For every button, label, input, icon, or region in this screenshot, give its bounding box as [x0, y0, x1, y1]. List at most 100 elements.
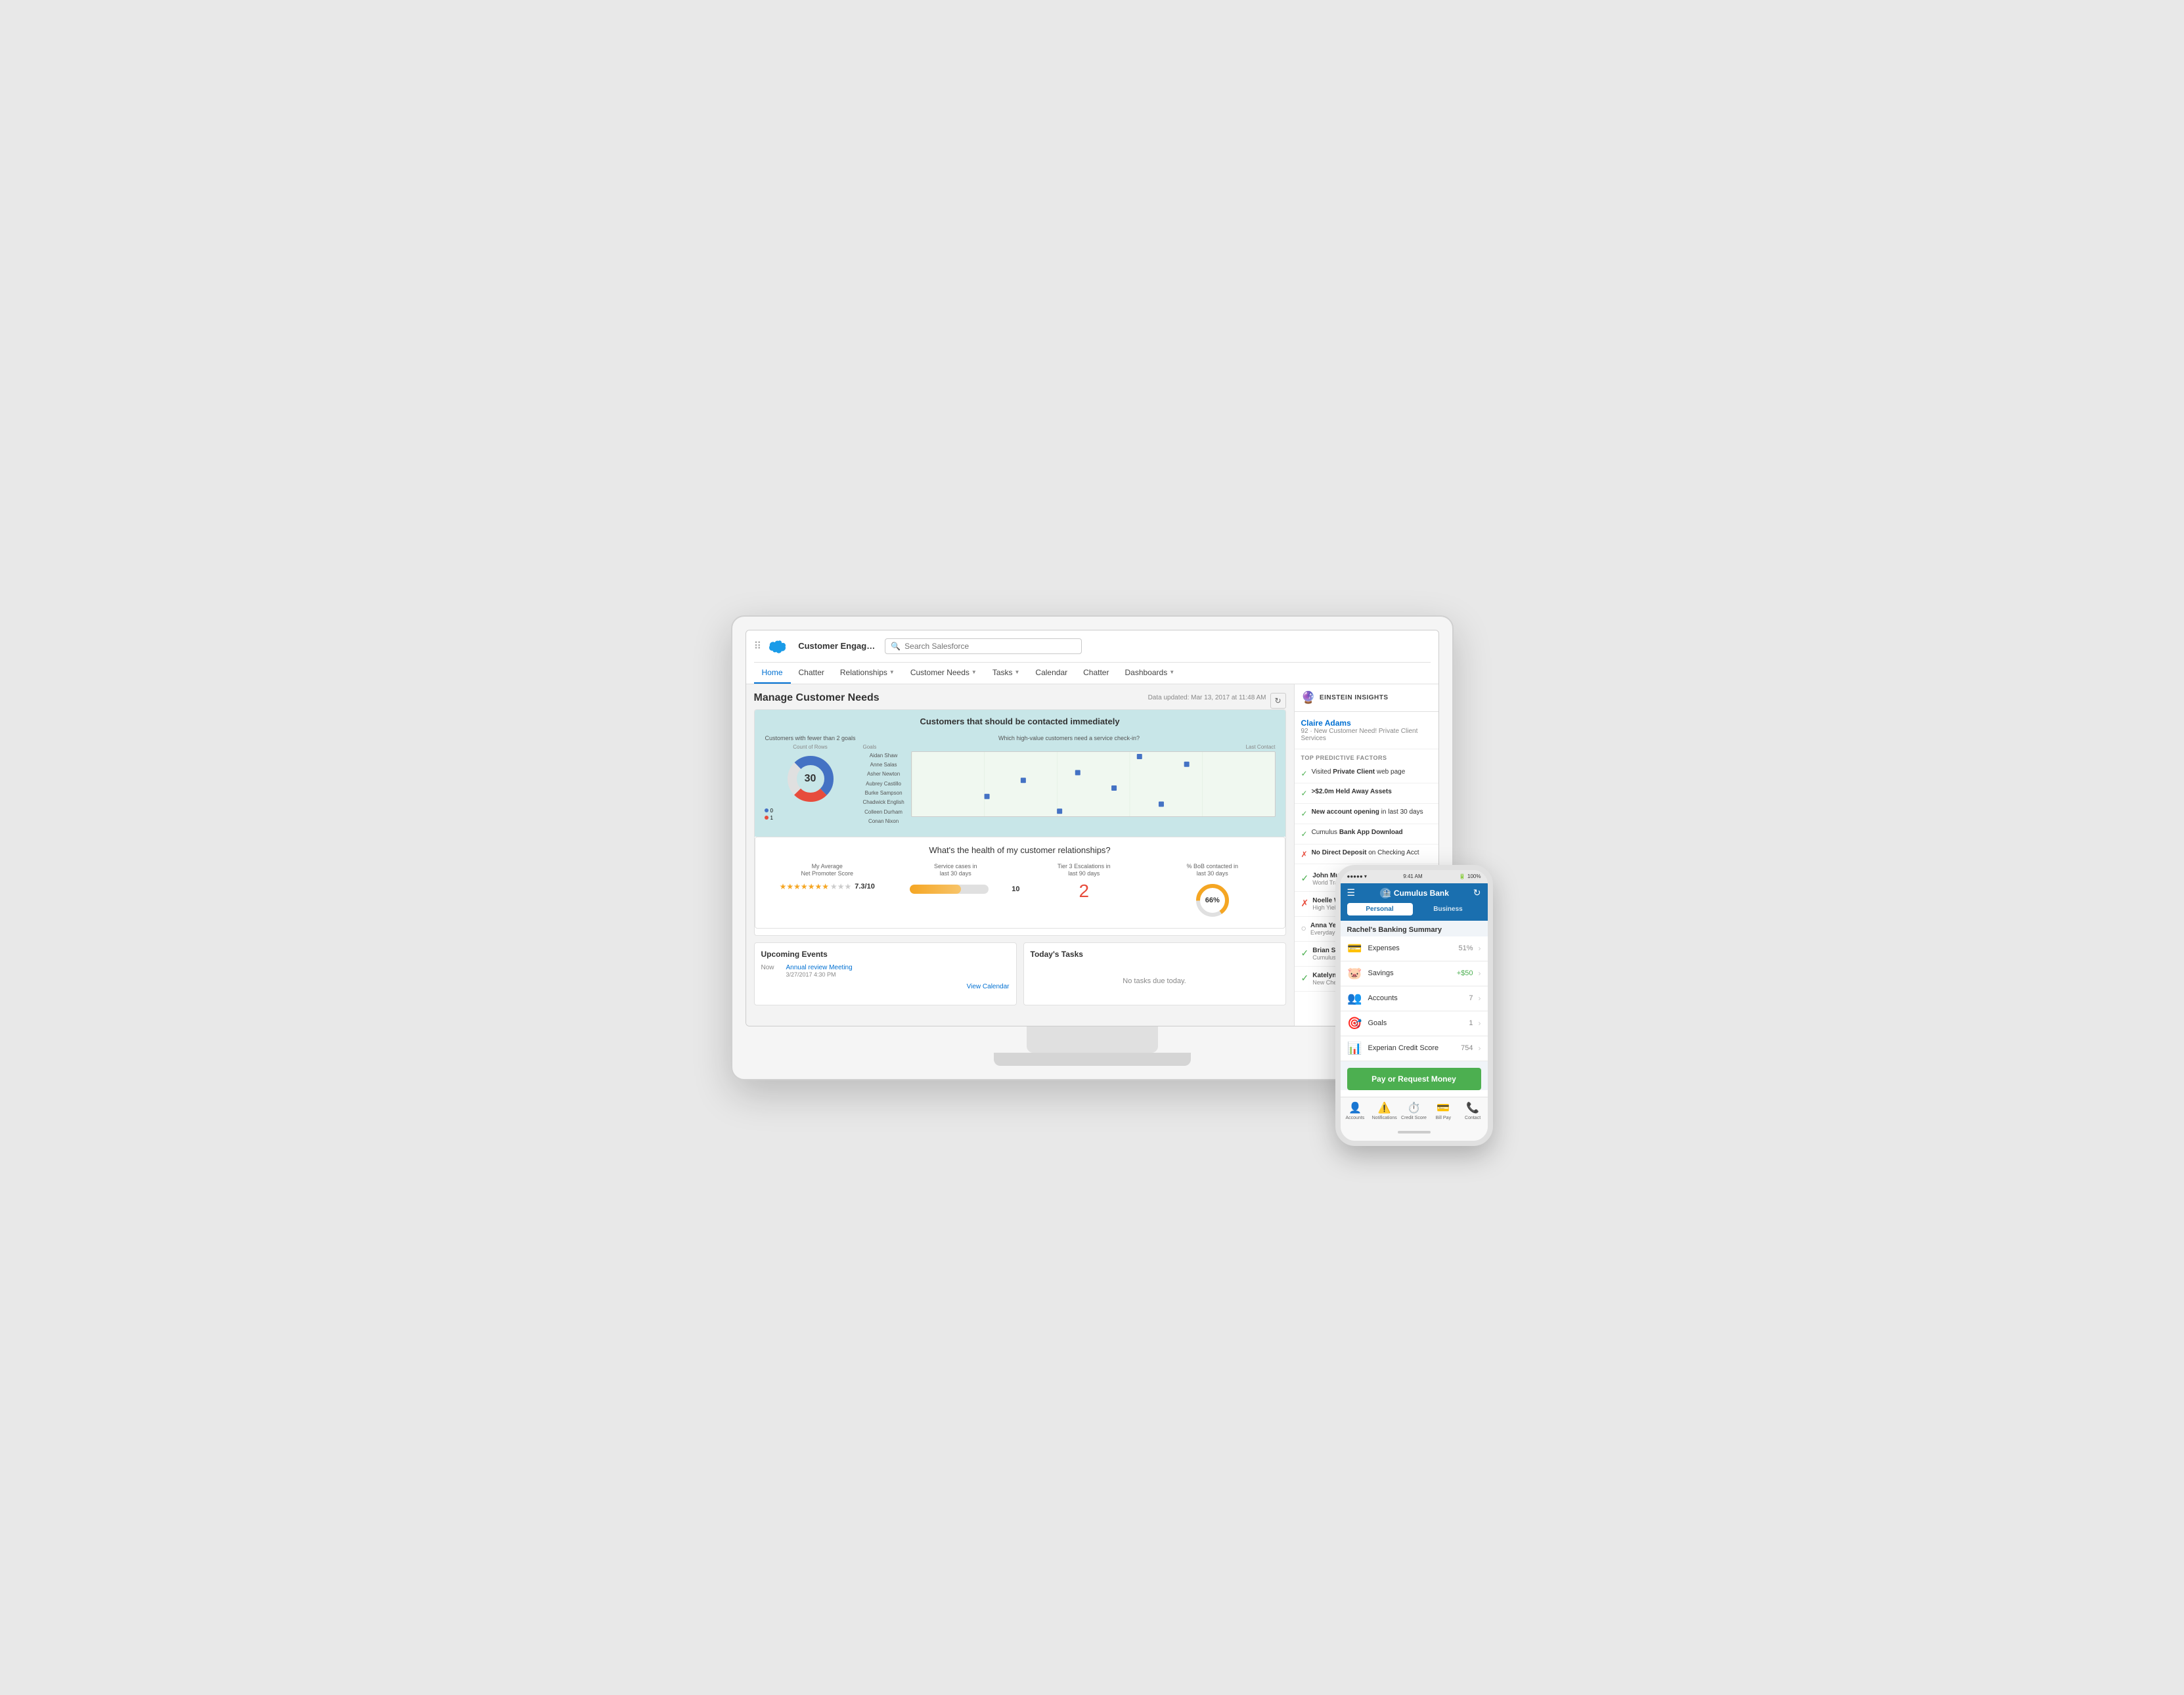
donut-value: 30 [805, 773, 816, 785]
home-bar[interactable] [1398, 1131, 1431, 1134]
event-date: 3/27/2017 4:30 PM [786, 971, 853, 978]
tasks-title: Today's Tasks [1031, 950, 1279, 959]
pred-text-3: New account opening in last 30 days [1312, 808, 1423, 817]
no-tasks-text: No tasks due today. [1031, 964, 1279, 998]
phone-nav-contact[interactable]: 📞 Contact [1458, 1101, 1488, 1120]
phone-app-logo: 🏦 Cumulus Bank [1359, 887, 1469, 899]
bottom-panels: Upcoming Events Now Annual review Meetin… [754, 942, 1286, 1005]
phone-row-accounts[interactable]: 👥 Accounts 7 › [1341, 986, 1488, 1011]
phone-menu-icon[interactable]: ☰ [1347, 887, 1356, 898]
nav-chatter-1[interactable]: Chatter [791, 663, 832, 684]
phone-bottom-nav: 👤 Accounts ⚠️ Notifications ⏱️ Credit Sc… [1341, 1097, 1488, 1124]
metric-cases-label: Service cases inlast 30 days [891, 863, 1020, 878]
scatter-grid [911, 751, 1276, 817]
nav-bar: Home Chatter Relationships ▼ Customer Ne… [754, 662, 1431, 684]
nav-dashboards[interactable]: Dashboards ▼ [1117, 663, 1182, 684]
metric-bob-label: % BoB contacted inlast 30 days [1148, 863, 1277, 878]
refresh-button[interactable]: ↻ [1270, 693, 1286, 709]
search-input[interactable] [904, 642, 1076, 651]
phone-battery-pct: 100% [1467, 873, 1481, 879]
metric-bob: % BoB contacted inlast 30 days 66% [1148, 863, 1277, 920]
events-panel: Upcoming Events Now Annual review Meetin… [754, 942, 1017, 1005]
pred-text-2: >$2.0m Held Away Assets [1312, 787, 1392, 797]
chevron-icon: ▼ [1169, 669, 1174, 675]
chart-title: Customers that should be contacted immed… [761, 716, 1279, 726]
expenses-label: Expenses [1368, 944, 1454, 952]
phone-refresh-icon[interactable]: ↻ [1473, 887, 1481, 898]
predictive-header: TOP PREDICTIVE FACTORS [1295, 749, 1438, 764]
chevron-right-icon: › [1479, 1019, 1481, 1028]
metric-nps-label: My AverageNet Promoter Score [763, 863, 892, 878]
contact-check-icon: ✓ [1301, 873, 1309, 884]
phone-row-goals[interactable]: 🎯 Goals 1 › [1341, 1011, 1488, 1036]
accounts-nav-icon: 👤 [1348, 1101, 1362, 1114]
event-name[interactable]: Annual review Meeting [786, 964, 853, 971]
pred-factor-2: ✓ >$2.0m Held Away Assets [1295, 783, 1438, 804]
phone-status-bar: ●●●●● ▾ 9:41 AM 🔋 100% [1341, 870, 1488, 883]
einstein-person-name[interactable]: Claire Adams [1301, 718, 1432, 728]
phone-app-bar: ☰ 🏦 Cumulus Bank ↻ [1341, 883, 1488, 903]
accounts-icon: 👥 [1347, 992, 1363, 1005]
nav-accounts-label: Accounts [1346, 1116, 1365, 1120]
goals-value: 1 [1469, 1019, 1473, 1027]
phone-nav-accounts[interactable]: 👤 Accounts [1341, 1101, 1370, 1120]
phone-summary-title: Rachel's Banking Summary [1341, 921, 1488, 936]
pred-text-1: Visited Private Client web page [1312, 768, 1406, 777]
phone-row-credit[interactable]: 📊 Experian Credit Score 754 › [1341, 1036, 1488, 1061]
event-row: Now Annual review Meeting 3/27/2017 4:30… [761, 964, 1010, 978]
contact-x-icon: ✗ [1301, 898, 1309, 909]
tab-personal[interactable]: Personal [1347, 903, 1413, 915]
scatter-col1: Goals [863, 744, 877, 750]
credit-nav-icon: ⏱️ [1408, 1101, 1421, 1114]
phone-row-savings[interactable]: 🐷 Savings +$50 › [1341, 961, 1488, 986]
phone: ●●●●● ▾ 9:41 AM 🔋 100% ☰ 🏦 Cumulus Bank [1335, 865, 1493, 1146]
phone-status-right: 🔋 100% [1459, 873, 1481, 879]
einstein-icon: 🔮 [1301, 691, 1316, 705]
nav-notifications-label: Notifications [1372, 1116, 1397, 1120]
contact-nav-icon: 📞 [1466, 1101, 1479, 1114]
contact-circle-icon: ○ [1301, 923, 1306, 933]
nav-chatter-2[interactable]: Chatter [1075, 663, 1117, 684]
metric-escalations-label: Tier 3 Escalations inlast 90 days [1020, 863, 1149, 878]
phone-nav-notifications[interactable]: ⚠️ Notifications [1370, 1101, 1399, 1120]
nav-customer-needs[interactable]: Customer Needs ▼ [903, 663, 985, 684]
gauge-chart: 66% [1193, 881, 1232, 920]
savings-value: +$50 [1457, 969, 1473, 977]
donut-chart: 30 [784, 753, 837, 805]
phone-nav-billpay[interactable]: 💳 Bill Pay [1429, 1101, 1458, 1120]
metric-nps: My AverageNet Promoter Score ★★★★★★★ ★★★… [763, 863, 892, 891]
nav-billpay-label: Bill Pay [1436, 1116, 1451, 1120]
tab-business[interactable]: Business [1415, 903, 1481, 915]
legend-dot-1 [765, 816, 769, 820]
pred-factor-3: ✓ New account opening in last 30 days [1295, 804, 1438, 824]
billpay-nav-icon: 💳 [1437, 1101, 1450, 1114]
gauge-value: 66% [1205, 896, 1220, 904]
einstein-header: 🔮 EINSTEIN INSIGHTS [1295, 684, 1438, 712]
escalation-value: 2 [1020, 881, 1149, 902]
nav-relationships[interactable]: Relationships ▼ [832, 663, 903, 684]
phone-tabs: Personal Business [1341, 903, 1488, 921]
nav-home[interactable]: Home [754, 663, 791, 684]
nav-tasks[interactable]: Tasks ▼ [985, 663, 1028, 684]
pred-positive-icon: ✓ [1301, 788, 1308, 799]
event-time: Now [761, 964, 781, 978]
chevron-icon: ▼ [889, 669, 895, 675]
donut-chart-area: Customers with fewer than 2 goals Count … [765, 735, 857, 827]
pay-request-button[interactable]: Pay or Request Money [1347, 1068, 1481, 1090]
phone-row-expenses[interactable]: 💳 Expenses 51% › [1341, 936, 1488, 961]
savings-label: Savings [1368, 969, 1452, 977]
nav-calendar[interactable]: Calendar [1027, 663, 1075, 684]
page-title: Manage Customer Needs [754, 692, 880, 704]
app-name[interactable]: Customer Engagem... [798, 641, 877, 651]
search-icon: 🔍 [891, 642, 901, 651]
donut-title: Customers with fewer than 2 goals [765, 735, 857, 741]
donut-subtitle: Count of Rows [765, 744, 857, 750]
search-bar[interactable]: 🔍 [885, 638, 1082, 654]
chevron-icon: ▼ [971, 669, 977, 675]
tasks-panel: Today's Tasks No tasks due today. [1023, 942, 1286, 1005]
donut-legend: 0 1 [765, 808, 857, 821]
view-calendar-link[interactable]: View Calendar [761, 983, 1010, 990]
pred-negative-icon: ✗ [1301, 849, 1308, 860]
app-grid-icon[interactable]: ⠿ [754, 640, 762, 653]
phone-nav-credit[interactable]: ⏱️ Credit Score [1399, 1101, 1429, 1120]
